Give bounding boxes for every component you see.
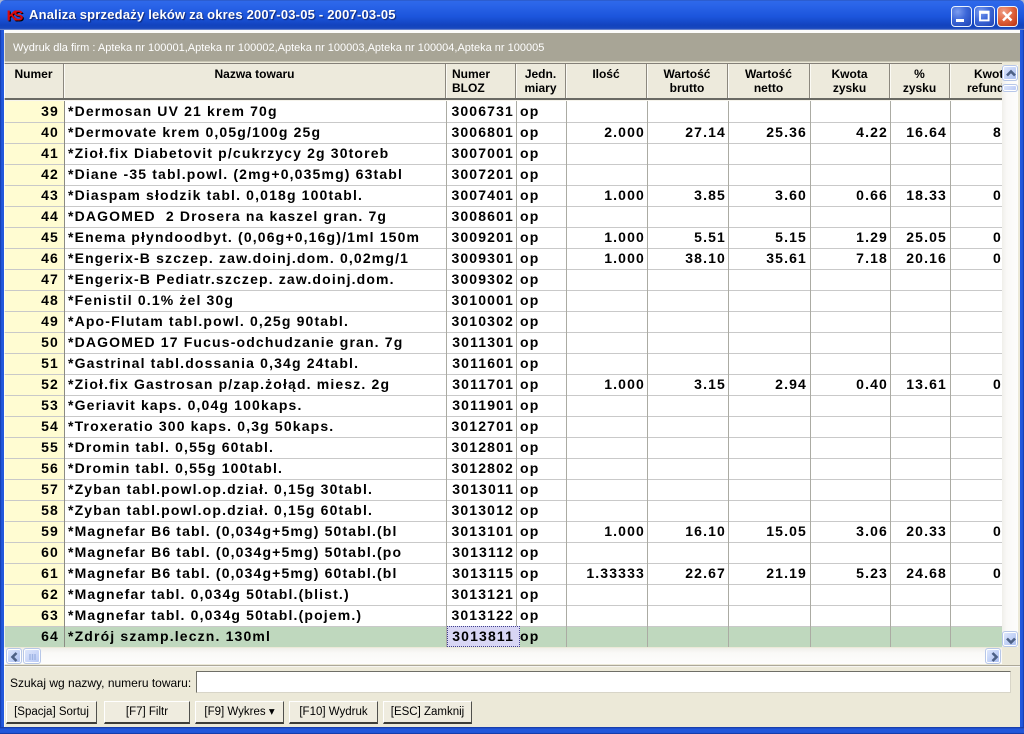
svg-text:KS: KS: [7, 8, 24, 23]
